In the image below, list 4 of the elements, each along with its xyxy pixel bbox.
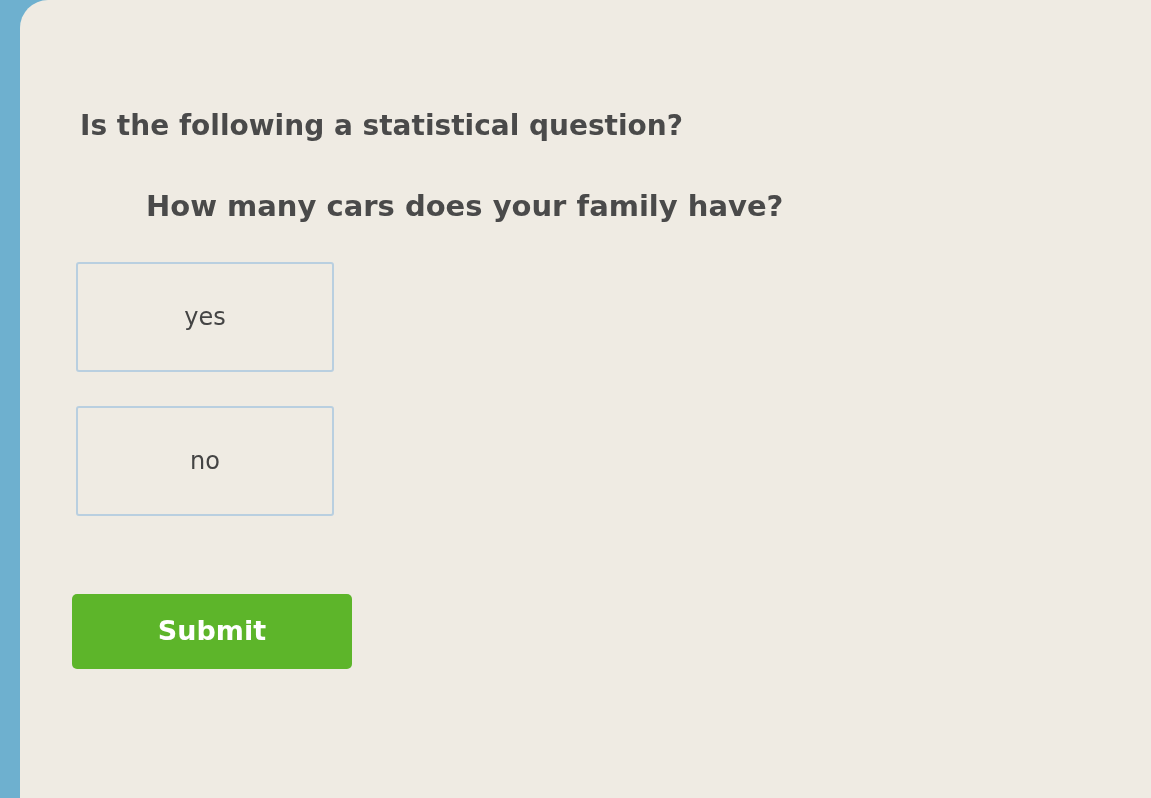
answer-choice[interactable]: no xyxy=(76,406,334,516)
question-prompt: Is the following a statistical question? xyxy=(80,108,683,144)
question-text: How many cars does your family have? xyxy=(146,188,784,225)
answer-choice[interactable]: yes xyxy=(76,262,334,372)
